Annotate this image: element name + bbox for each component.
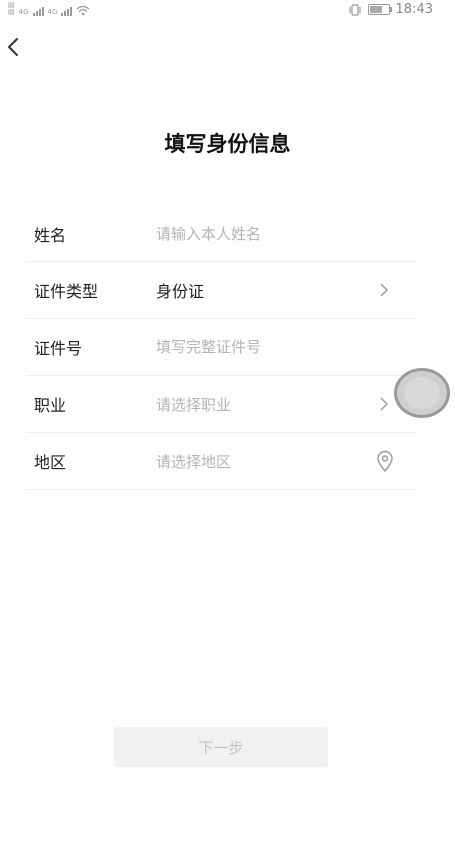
occupation-label: 职业 [34, 396, 67, 415]
form-row-id-number[interactable]: 证件号 [26, 319, 416, 376]
back-button[interactable] [2, 34, 24, 60]
network-type-2: 4G [47, 8, 58, 16]
signal-icon [61, 4, 73, 16]
sim-icon: ▤ ▤ [8, 1, 15, 16]
chevron-left-icon [8, 38, 18, 56]
status-time: 18:43 [395, 2, 433, 17]
network-type-1: 4G [18, 8, 29, 16]
form-row-name[interactable]: 姓名 [26, 206, 416, 262]
chevron-right-icon [380, 283, 388, 297]
identity-form: 姓名 证件类型 身份证 证件号 职业 请选择职业 地区 请选择地区 [26, 206, 416, 490]
battery-icon [367, 4, 392, 15]
form-row-occupation[interactable]: 职业 请选择职业 [26, 376, 416, 433]
occupation-select[interactable]: 请选择职业 [156, 394, 416, 415]
form-row-region[interactable]: 地区 请选择地区 [26, 433, 416, 490]
region-label: 地区 [34, 453, 67, 472]
form-row-id-type[interactable]: 证件类型 身份证 [26, 262, 416, 319]
id-number-input[interactable] [156, 338, 416, 356]
status-right: 18:43 [348, 2, 433, 17]
chevron-right-icon [380, 397, 388, 411]
floating-assistive-button[interactable] [394, 368, 450, 418]
id-number-label: 证件号 [34, 339, 83, 358]
id-type-value[interactable]: 身份证 [156, 278, 416, 302]
page-title: 填写身份信息 [164, 132, 291, 156]
id-type-label: 证件类型 [34, 282, 99, 301]
name-input[interactable] [156, 224, 416, 243]
vibrate-icon [348, 3, 361, 16]
status-indicators: ▤ ▤ 4G 4G [8, 2, 90, 16]
status-bar: ▤ ▤ 4G 4G 18:43 [0, 0, 455, 20]
location-pin-icon[interactable] [376, 450, 394, 472]
name-label: 姓名 [34, 225, 67, 245]
next-step-button[interactable]: 下一步 [114, 727, 328, 767]
signal-icon [32, 4, 44, 16]
wifi-icon [76, 5, 90, 16]
